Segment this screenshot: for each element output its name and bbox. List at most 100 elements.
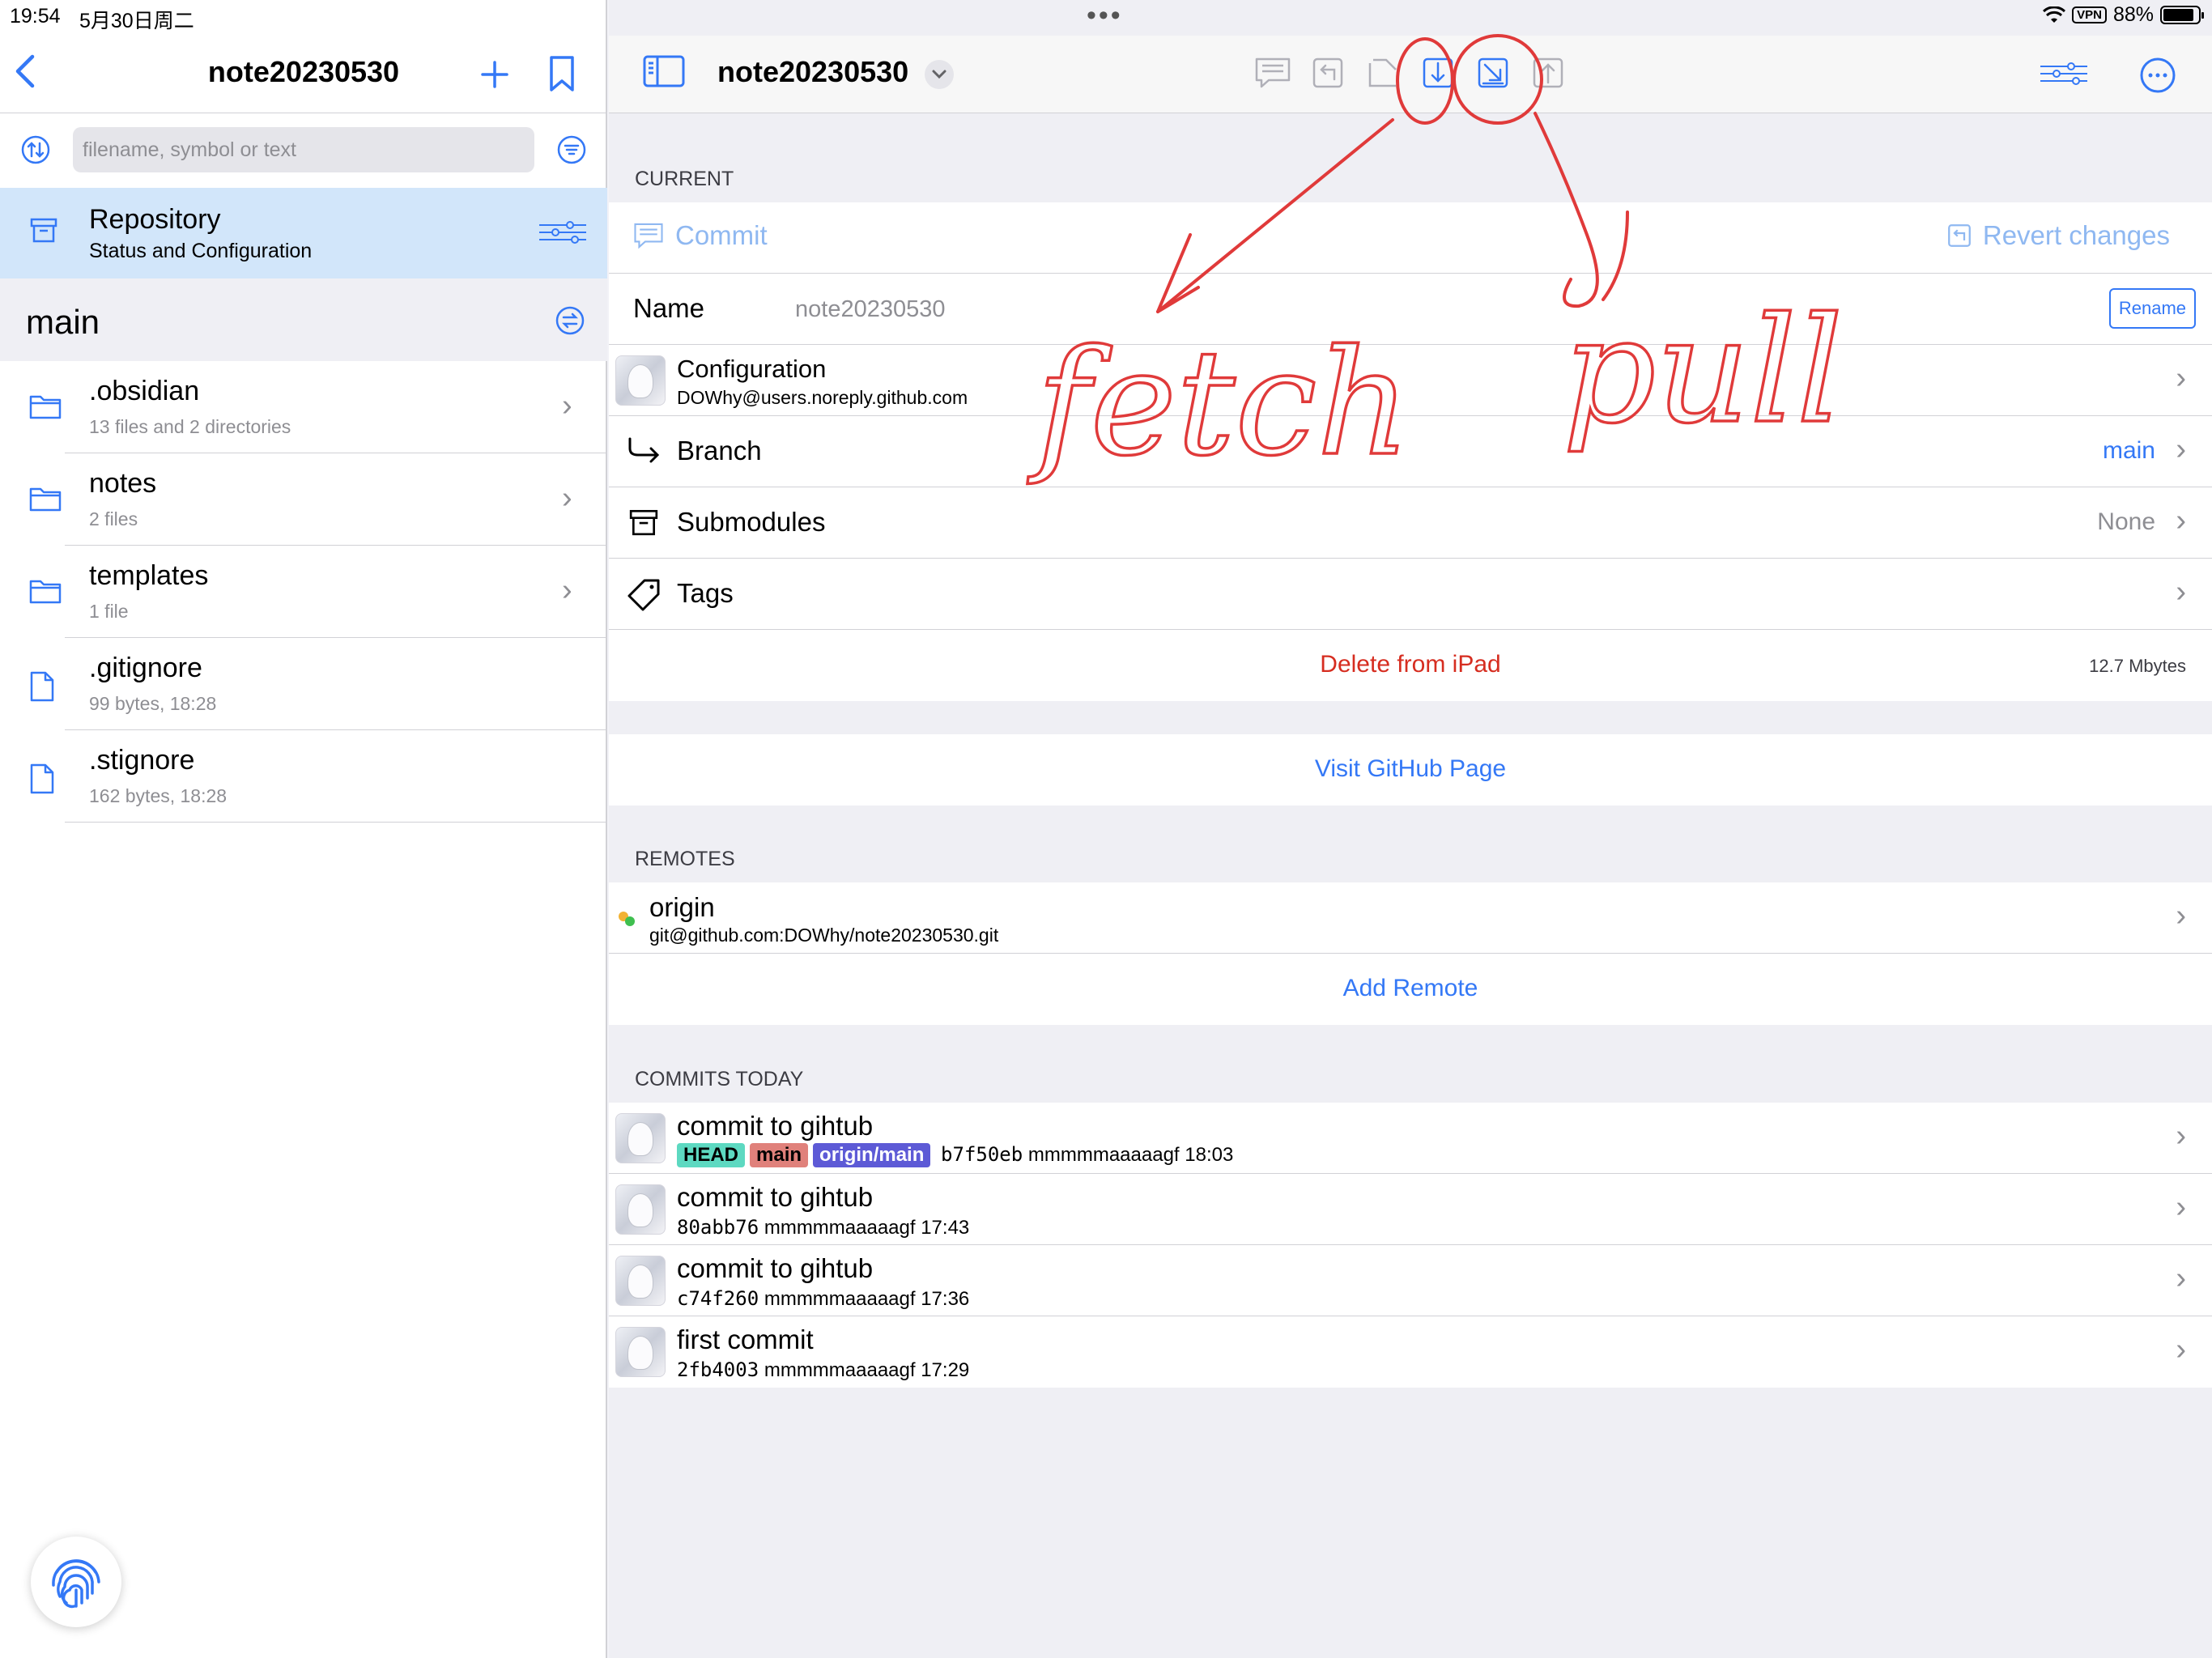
branch-row[interactable]: Branch main › [609, 416, 2212, 487]
commit-button[interactable]: Commit [633, 220, 768, 251]
file-list-item[interactable]: .obsidian 13 files and 2 directories › [0, 361, 607, 453]
sliders-config-icon [538, 220, 588, 249]
folder-icon [29, 578, 62, 608]
commits-group: commit to gihtub HEAD main origin/main b7f… [609, 1103, 2212, 1388]
delete-from-ipad-button[interactable]: Delete from iPad [609, 651, 2212, 678]
bookmark-icon[interactable] [549, 55, 575, 96]
chevron-right-icon: › [2176, 575, 2186, 609]
multitasking-dots-icon[interactable]: ••• [1087, 0, 1123, 32]
remote-url: git@github.com:DOWhy/note20230530.git [649, 925, 999, 946]
archive-box-icon [29, 215, 58, 249]
sort-arrows-icon[interactable] [21, 135, 50, 168]
chevron-right-icon: › [2176, 1119, 2186, 1153]
revert-label: Revert changes [1982, 220, 2170, 250]
configuration-title: Configuration [677, 355, 827, 383]
commit-info: mmmmmaaaaagf 18:03 [1027, 1144, 1234, 1166]
vpn-badge: VPN [2072, 6, 2107, 23]
commit-row[interactable]: commit to gihtub 80abb76 mmmmmaaaaagf 17… [609, 1174, 2212, 1245]
chevron-right-icon: › [562, 573, 572, 607]
commit-label: Commit [675, 220, 768, 250]
commit-row[interactable]: first commit 2fb4003 mmmmmaaaaagf 17:29 … [609, 1316, 2212, 1388]
commit-message: commit to gihtub [677, 1253, 874, 1283]
push-icon[interactable] [1529, 53, 1568, 92]
remote-row[interactable]: origin git@github.com:DOWhy/note20230530… [609, 882, 2212, 954]
commit-meta: c74f260 mmmmmaaaaagf 17:36 [677, 1287, 969, 1311]
filter-icon[interactable] [557, 135, 586, 168]
commit-message: commit to gihtub [677, 1111, 874, 1141]
remote-name: origin [649, 892, 715, 922]
file-meta: 13 files and 2 directories [89, 416, 291, 437]
fingerprint-button[interactable] [31, 1537, 121, 1627]
submodules-row[interactable]: Submodules None › [609, 487, 2212, 559]
branch-label: Branch [677, 436, 762, 466]
commit-meta: HEAD main origin/main b7f50eb mmmmmaaaaagf… [677, 1143, 1233, 1167]
battery-icon [2160, 6, 2204, 24]
file-list: .obsidian 13 files and 2 directories › n… [0, 361, 607, 823]
commit-meta: 2fb4003 mmmmmaaaaagf 17:29 [677, 1358, 969, 1382]
chevron-right-icon: › [562, 481, 572, 515]
status-bar: 19:54 5月30日周二 ••• VPN 88% [0, 0, 2212, 36]
sidebar-toggle-icon[interactable] [643, 55, 685, 91]
merge-icon[interactable] [1363, 53, 1402, 92]
tags-row[interactable]: Tags › [609, 559, 2212, 630]
avatar [615, 1184, 666, 1235]
file-list-item[interactable]: .stignore 162 bytes, 18:28 [0, 730, 607, 823]
pull-icon[interactable] [1474, 53, 1512, 92]
tag-icon [627, 578, 661, 616]
search-input[interactable]: filename, symbol or text [73, 127, 534, 172]
section-label-remotes: REMOTES [635, 848, 735, 870]
sliders-config-icon[interactable] [2039, 62, 2089, 90]
chevron-right-icon: › [2176, 1190, 2186, 1224]
commit-info: mmmmmaaaaagf 17:36 [764, 1288, 970, 1310]
avatar [615, 1256, 666, 1306]
file-meta: 2 files [89, 508, 138, 529]
avatar [615, 1327, 666, 1377]
fetch-icon[interactable] [1419, 53, 1457, 92]
commit-meta: 80abb76 mmmmmaaaaagf 17:43 [677, 1216, 969, 1239]
wifi-icon [2043, 6, 2066, 23]
archive-box-icon [628, 507, 659, 542]
remotes-group: origin git@github.com:DOWhy/note20230530… [609, 882, 2212, 1025]
revert-icon [1947, 224, 1971, 247]
add-plus-icon[interactable] [481, 50, 508, 99]
branch-switch-icon[interactable] [555, 306, 585, 339]
revert-changes-button[interactable]: Revert changes [1947, 220, 2170, 251]
file-list-item[interactable]: .gitignore 99 bytes, 18:28 [0, 638, 607, 730]
chevron-right-icon: › [2176, 1333, 2186, 1367]
section-label-current: CURRENT [635, 168, 734, 190]
commit-hash: c74f260 [677, 1287, 759, 1310]
repository-row[interactable]: Repository Status and Configuration [0, 188, 607, 278]
branch-value: main [2102, 437, 2155, 464]
name-label: Name [633, 293, 705, 323]
file-list-item[interactable]: notes 2 files › [0, 453, 607, 546]
revert-icon[interactable] [1308, 53, 1347, 92]
commit-hash: b7f50eb [941, 1143, 1023, 1166]
commit-row[interactable]: commit to gihtub HEAD main origin/main b7f… [609, 1103, 2212, 1174]
origin-main-tag: origin/main [813, 1143, 931, 1167]
folder-icon [29, 393, 62, 423]
name-value[interactable]: note20230530 [795, 296, 945, 323]
visit-github-button[interactable]: Visit GitHub Page [609, 755, 2212, 783]
visit-github-group: Visit GitHub Page [609, 734, 2212, 806]
file-list-item[interactable]: templates 1 file › [0, 546, 607, 638]
add-remote-button[interactable]: Add Remote [609, 975, 2212, 1002]
chevron-right-icon: › [562, 389, 572, 423]
repo-title[interactable]: note20230530 [717, 55, 908, 89]
git-toolbar [1253, 53, 1568, 92]
commit-hash: 2fb4003 [677, 1358, 759, 1381]
commit-message-icon[interactable] [1253, 53, 1292, 92]
folder-icon [29, 486, 62, 516]
chevron-right-icon: › [2176, 504, 2186, 538]
main-nav-bar: note20230530 [609, 36, 2212, 113]
rename-button[interactable]: Rename [2108, 288, 2196, 329]
commit-hash: 80abb76 [677, 1216, 759, 1239]
file-name: templates [89, 560, 209, 591]
file-meta: 99 bytes, 18:28 [89, 693, 217, 714]
chevron-right-icon: › [2176, 361, 2186, 395]
commit-row[interactable]: commit to gihtub c74f260 mmmmmaaaaagf 17… [609, 1245, 2212, 1316]
status-date: 5月30日周二 [79, 10, 194, 32]
chevron-down-icon[interactable] [925, 60, 954, 89]
repository-subtitle: Status and Configuration [89, 240, 313, 262]
configuration-row[interactable]: Configuration DOWhy@users.noreply.github… [609, 345, 2212, 416]
more-ellipsis-icon[interactable] [2139, 57, 2176, 98]
